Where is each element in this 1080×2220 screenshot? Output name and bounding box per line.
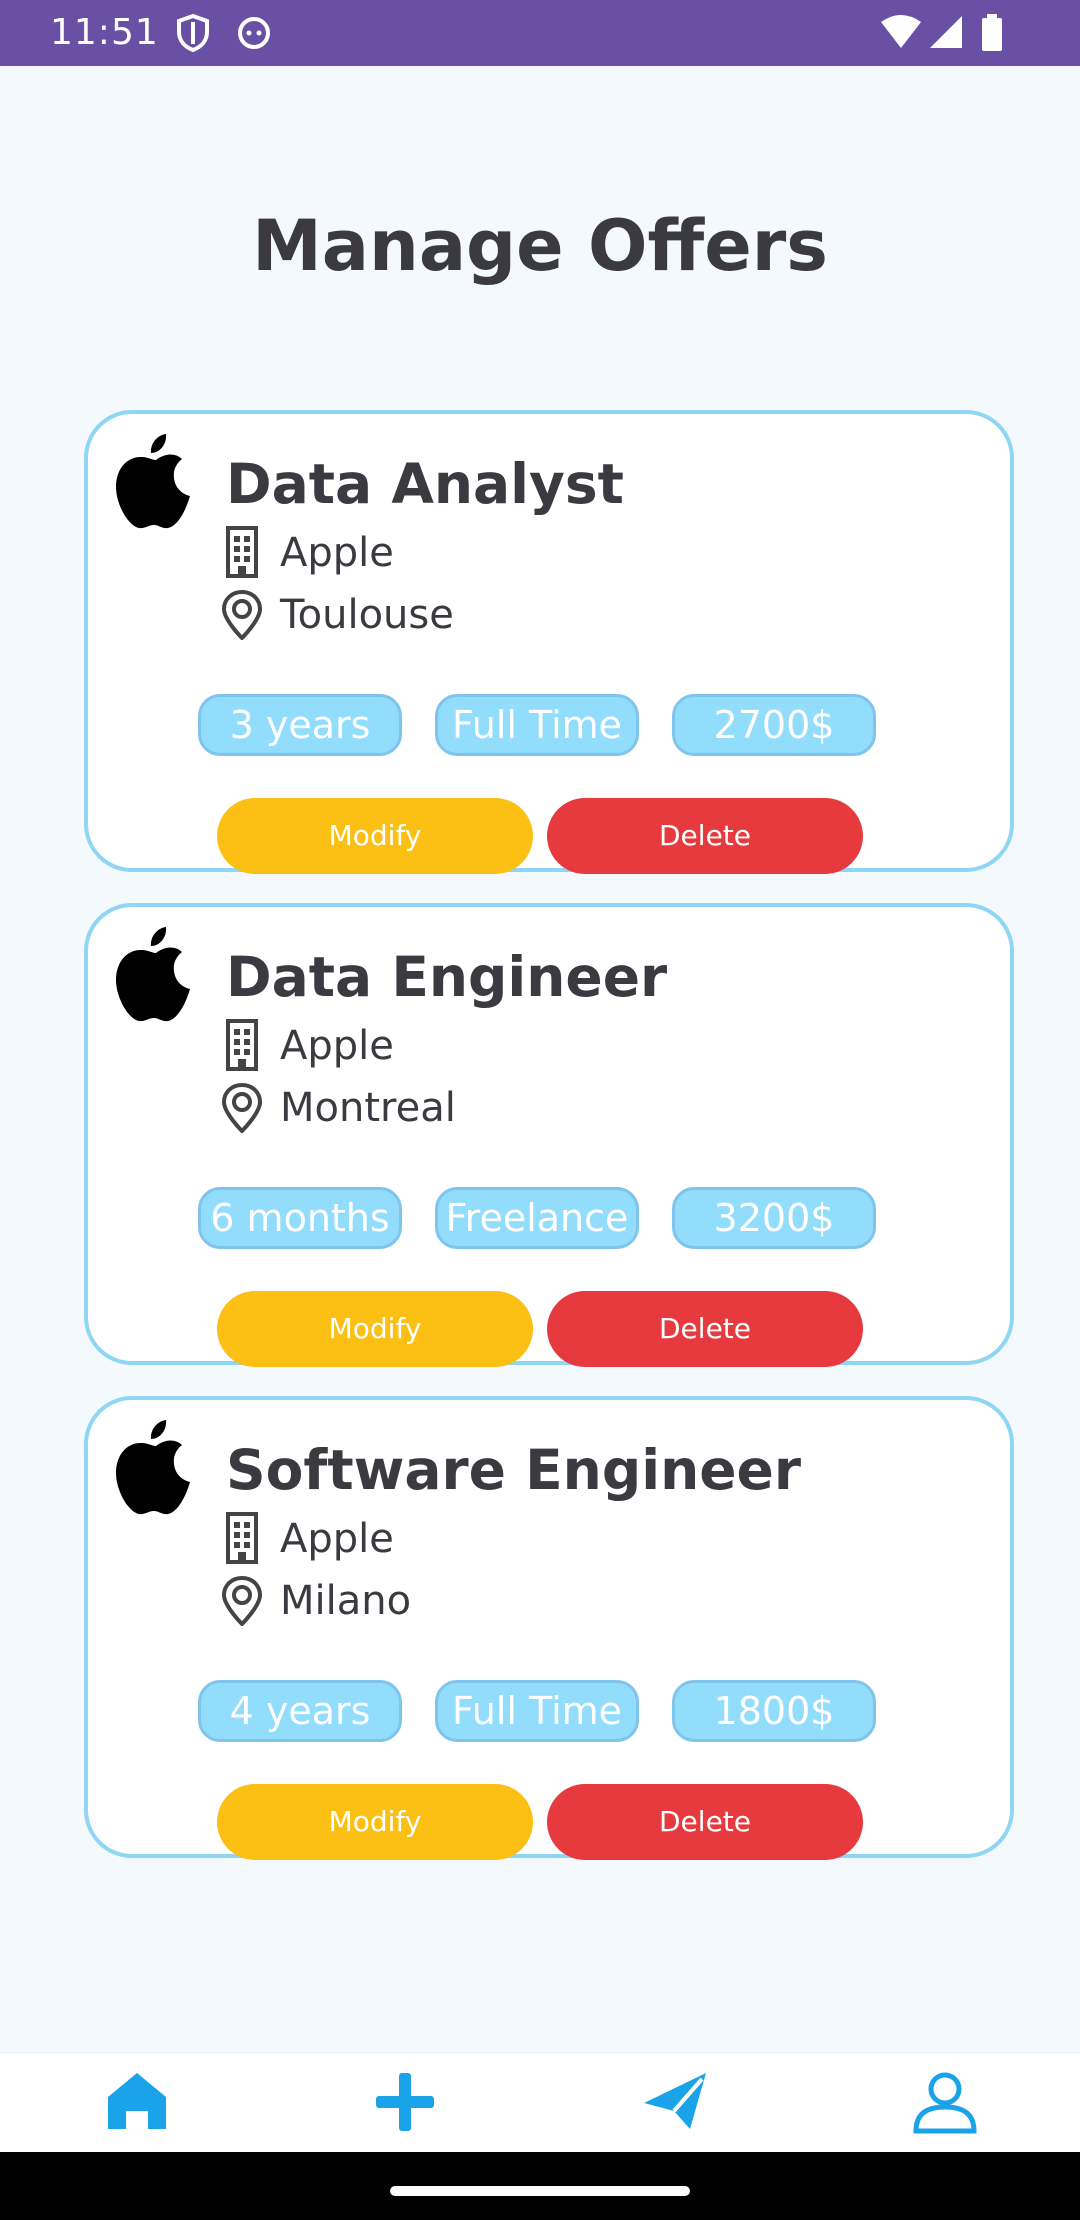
delete-button[interactable]: Delete [547,1291,863,1367]
location-pin-icon [221,589,263,640]
modify-button[interactable]: Modify [217,798,533,874]
salary-chip: 3200$ [672,1187,876,1249]
offer-card[interactable]: Data Analyst Apple Toulouse 3 years Full… [84,410,1014,874]
duration-chip: 3 years [198,694,402,756]
modify-button[interactable]: Modify [217,1784,533,1860]
offer-title: Data Engineer [226,945,668,1009]
apple-logo-icon [116,1420,190,1515]
location-pin-icon [221,1082,263,1133]
profile-icon[interactable] [910,2067,980,2137]
signal-icon [930,16,962,48]
bottom-nav [0,2052,1080,2153]
send-icon[interactable] [640,2067,710,2137]
page-title: Manage Offers [252,205,828,287]
offer-company: Apple [280,1516,394,1562]
offer-location: Toulouse [280,592,454,638]
type-chip: Freelance [435,1187,639,1249]
type-chip: Full Time [435,694,639,756]
system-gesture-bar [0,2152,1080,2220]
cat-icon [238,17,270,49]
building-icon [226,1512,258,1564]
battery-icon [982,14,1002,51]
salary-chip: 1800$ [672,1680,876,1742]
home-gesture-handle[interactable] [390,2186,690,2196]
building-icon [226,526,258,578]
modify-button[interactable]: Modify [217,1291,533,1367]
type-chip: Full Time [435,1680,639,1742]
add-icon[interactable] [370,2067,440,2137]
offer-title: Data Analyst [226,452,624,516]
status-time: 11:51 [50,12,159,53]
delete-button[interactable]: Delete [547,798,863,874]
wifi-icon [881,15,921,48]
duration-chip: 6 months [198,1187,402,1249]
shield-icon [177,14,209,52]
offer-card[interactable]: Software Engineer Apple Milano 4 years F… [84,1396,1014,1860]
duration-chip: 4 years [198,1680,402,1742]
status-bar: 11:51 [0,0,1080,66]
building-icon [226,1019,258,1071]
delete-button[interactable]: Delete [547,1784,863,1860]
offer-card[interactable]: Data Engineer Apple Montreal 6 months Fr… [84,903,1014,1367]
offer-title: Software Engineer [226,1438,801,1502]
offer-location: Montreal [280,1085,456,1131]
apple-logo-icon [116,927,190,1022]
salary-chip: 2700$ [672,694,876,756]
offer-company: Apple [280,530,394,576]
offer-location: Milano [280,1578,412,1624]
apple-logo-icon [116,434,190,529]
offer-company: Apple [280,1023,394,1069]
home-icon[interactable] [102,2067,172,2137]
location-pin-icon [221,1575,263,1626]
